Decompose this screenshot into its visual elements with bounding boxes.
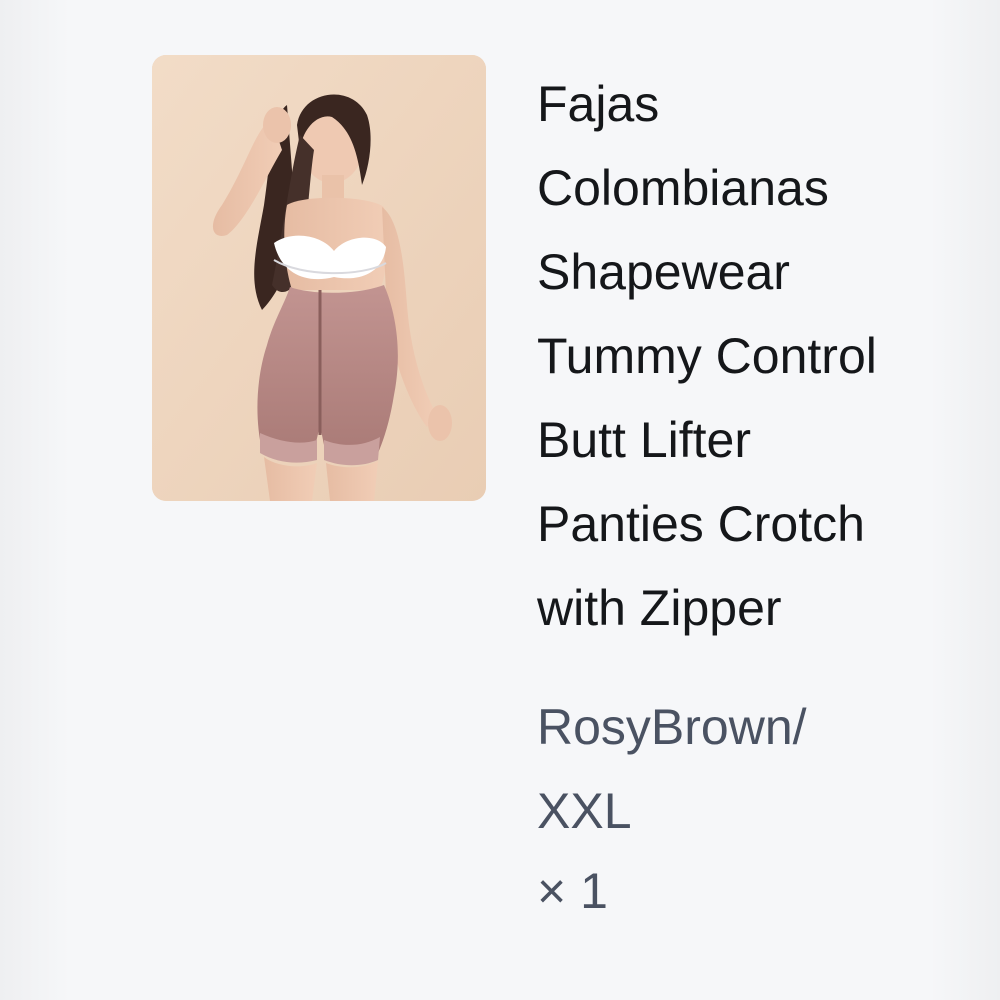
order-item-card[interactable]: Fajas Colombianas Shapewear Tummy Contro… [0, 0, 1000, 1000]
product-title[interactable]: Fajas Colombianas Shapewear Tummy Contro… [537, 62, 897, 650]
product-variant: RosyBrown/ XXL [537, 699, 807, 839]
product-quantity: × 1 [537, 863, 608, 919]
order-detail-page: Fajas Colombianas Shapewear Tummy Contro… [0, 0, 1000, 1000]
product-photo-shapewear-model [152, 55, 486, 501]
product-thumbnail[interactable] [152, 55, 486, 501]
product-info: Fajas Colombianas Shapewear Tummy Contro… [537, 62, 937, 929]
